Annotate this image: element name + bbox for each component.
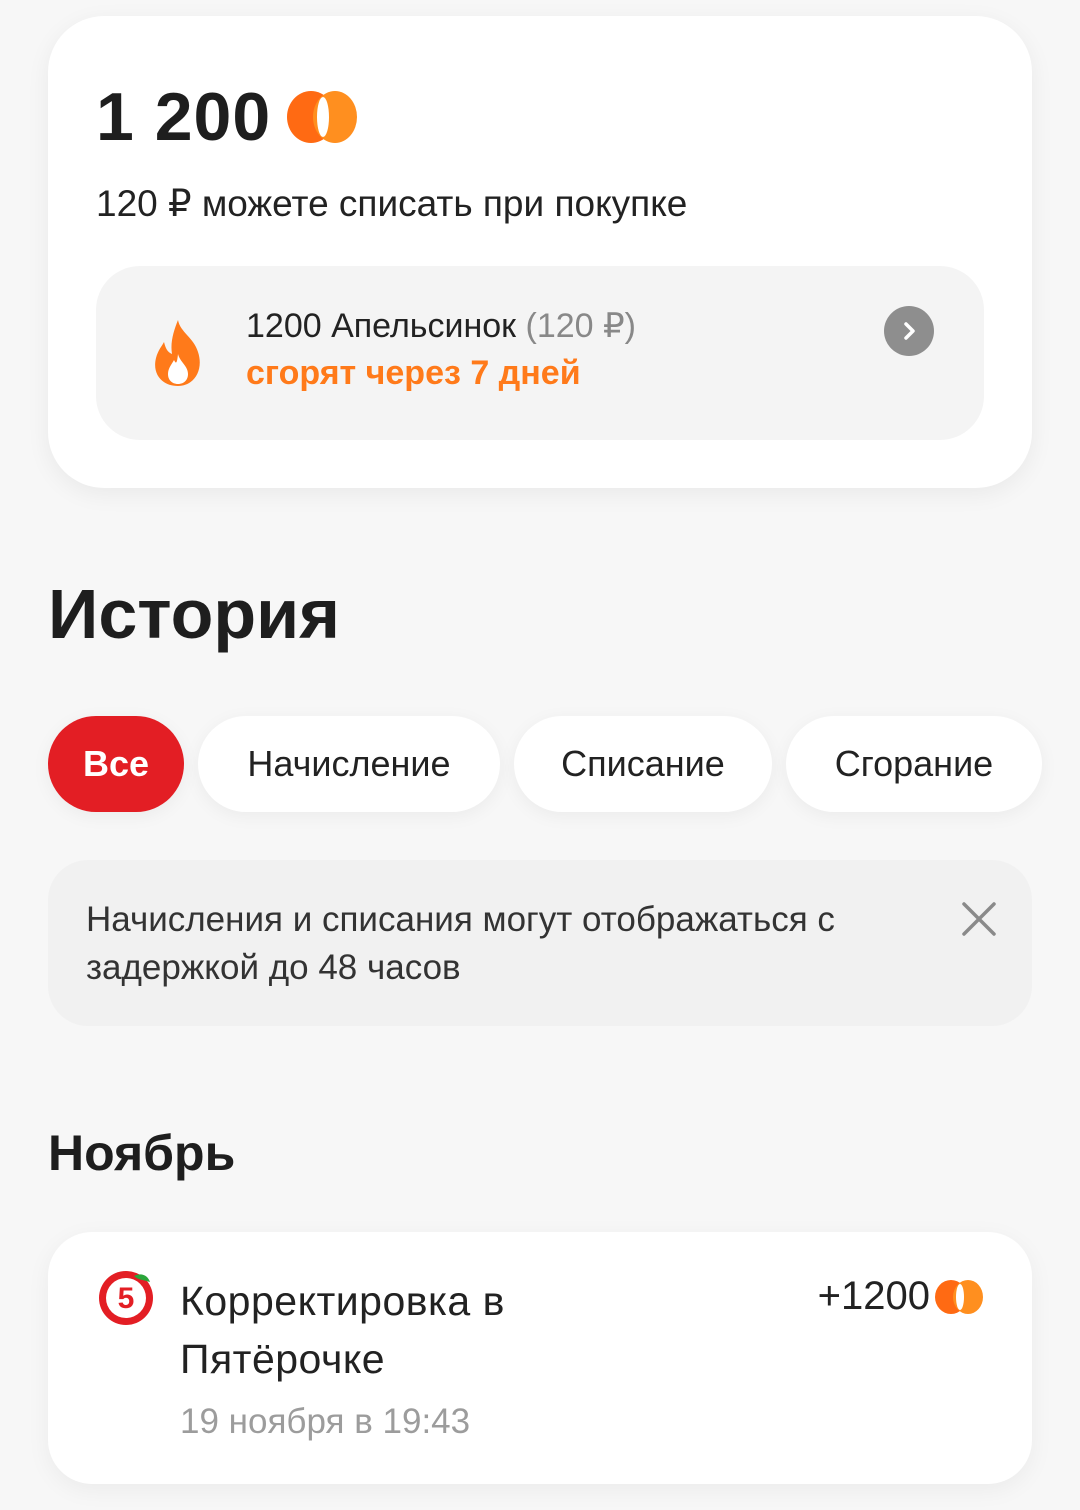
filter-chip-all[interactable]: Все <box>48 716 184 812</box>
expiring-points-text: 1200 Апельсинок <box>246 307 517 345</box>
expiring-points-deadline: сгорят через 7 дней <box>246 354 581 392</box>
orange-coin-icon <box>935 1279 983 1314</box>
flame-icon <box>155 320 200 386</box>
transaction-date: 19 ноября в 19:43 <box>180 1402 471 1441</box>
filter-chip-writeoff[interactable]: Списание <box>514 716 772 812</box>
balance-subtitle: 120 ₽ можете списать при покупке <box>96 183 688 224</box>
balance-row: 1 200 <box>96 78 359 156</box>
page: 1 200 120 ₽ можете списать при покупке 1… <box>0 0 1080 1510</box>
chevron-right-button[interactable] <box>884 306 934 356</box>
delay-notice: Начисления и списания могут отображаться… <box>48 860 1032 1026</box>
svg-text:5: 5 <box>118 1282 135 1315</box>
transaction-amount: +1200 <box>817 1274 930 1318</box>
history-title: История <box>48 575 340 653</box>
transaction-amount-wrap: +1200 <box>818 1274 984 1319</box>
pyaterochka-logo: 5 <box>99 1271 153 1325</box>
balance-card: 1 200 120 ₽ можете списать при покупке 1… <box>48 16 1032 488</box>
expiring-points-rub: (120 ₽) <box>525 307 636 345</box>
filter-chip-accrual[interactable]: Начисление <box>198 716 500 812</box>
delay-notice-text: Начисления и списания могут отображаться… <box>86 900 835 987</box>
transaction-card[interactable]: 5 Корректировка в Пятёрочке 19 ноября в … <box>48 1232 1032 1484</box>
expiring-points-banner[interactable]: 1200 Апельсинок (120 ₽) сгорят через 7 д… <box>96 266 984 440</box>
filter-chip-expiry[interactable]: Сгорание <box>786 716 1042 812</box>
balance-amount: 1 200 <box>96 79 272 155</box>
month-title: Ноябрь <box>48 1125 236 1181</box>
orange-coin-icon <box>287 91 358 143</box>
close-icon[interactable] <box>960 900 998 938</box>
expiring-points-amount: 1200 Апельсинок (120 ₽) <box>246 306 636 346</box>
transaction-title: Корректировка в Пятёрочке <box>180 1278 505 1382</box>
chevron-right-icon <box>904 322 915 340</box>
